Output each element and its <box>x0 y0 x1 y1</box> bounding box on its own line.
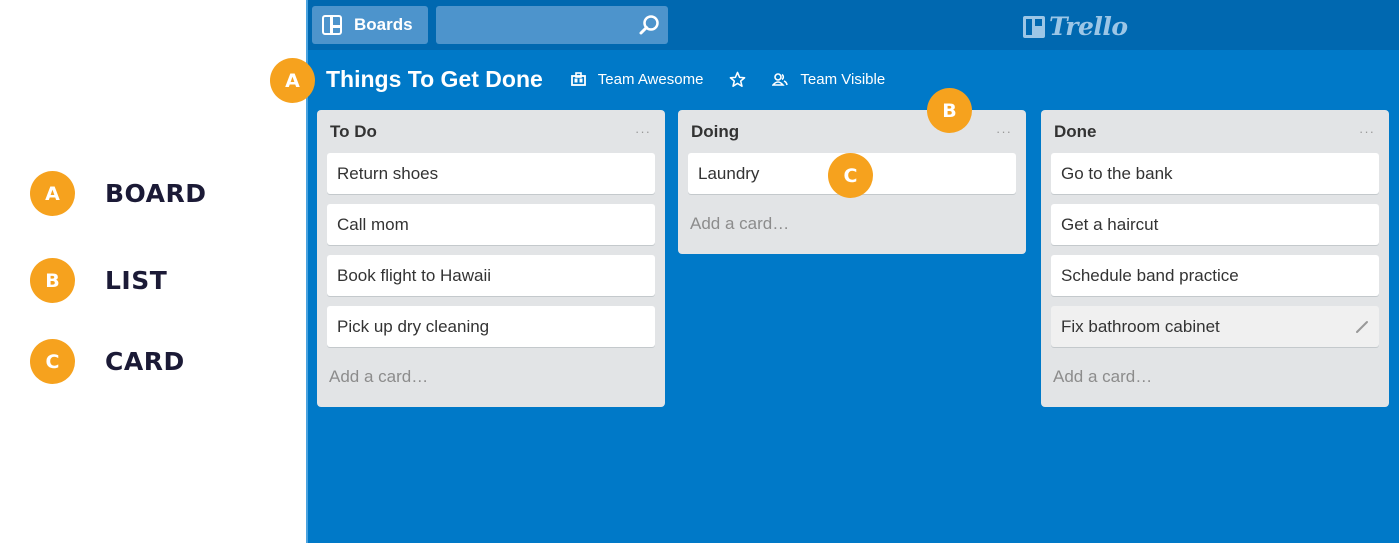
card[interactable]: Call mom <box>327 204 655 245</box>
trello-logo[interactable]: Trello <box>1023 12 1128 41</box>
team-icon <box>570 72 586 86</box>
search-input[interactable] <box>436 6 668 44</box>
list-menu-icon[interactable]: ··· <box>1359 124 1375 139</box>
list-menu-icon[interactable]: ··· <box>996 124 1012 139</box>
trello-logo-icon <box>1023 15 1045 38</box>
legend-panel: A BOARD B LIST C CARD <box>0 0 306 543</box>
card-title: Get a haircut <box>1061 214 1159 234</box>
board-header: Things To Get Done Team Awesome Team Vis… <box>308 56 1399 102</box>
team-label: Team Awesome <box>597 70 704 88</box>
card-title: Go to the bank <box>1061 163 1173 183</box>
card[interactable]: Fix bathroom cabinet <box>1051 306 1379 347</box>
list-to-do: To Do ··· Return shoes Call mom Book fli… <box>317 110 665 407</box>
card-title: Return shoes <box>337 163 439 183</box>
callout-card: C <box>828 153 873 198</box>
add-card-button[interactable]: Add a card… <box>1051 357 1379 397</box>
callout-board: A <box>270 58 315 103</box>
card[interactable]: Get a haircut <box>1051 204 1379 245</box>
add-card-button[interactable]: Add a card… <box>688 204 1016 244</box>
card[interactable]: Pick up dry cleaning <box>327 306 655 347</box>
legend-label: CARD <box>105 347 185 376</box>
card-title: Book flight to Hawaii <box>337 265 492 285</box>
card-title: Call mom <box>337 214 409 234</box>
card[interactable]: Book flight to Hawaii <box>327 255 655 296</box>
trello-wordmark: Trello <box>1049 12 1128 41</box>
list-title[interactable]: To Do <box>330 122 377 142</box>
team-visible-icon <box>772 72 789 86</box>
badge-a: A <box>30 171 75 216</box>
list-title[interactable]: Done <box>1054 122 1097 142</box>
card-title: Laundry <box>698 163 760 183</box>
card-title: Schedule band practice <box>1061 265 1239 285</box>
team-button[interactable]: Team Awesome <box>570 70 704 88</box>
star-icon[interactable] <box>729 71 746 88</box>
badge-b: B <box>30 258 75 303</box>
boards-icon <box>322 15 342 35</box>
edit-pencil-icon[interactable] <box>1355 320 1369 334</box>
list-done: Done ··· Go to the bank Get a haircut Sc… <box>1041 110 1389 407</box>
legend-label: LIST <box>105 266 168 295</box>
boards-button[interactable]: Boards <box>312 6 428 44</box>
legend-item-card: C CARD <box>30 339 185 384</box>
card-title: Fix bathroom cabinet <box>1061 316 1220 336</box>
legend-item-board: A BOARD <box>30 171 207 216</box>
card-title: Pick up dry cleaning <box>337 316 490 336</box>
callout-list: B <box>927 88 972 133</box>
add-card-button[interactable]: Add a card… <box>327 357 655 397</box>
list-menu-icon[interactable]: ··· <box>635 124 651 139</box>
card[interactable]: Schedule band practice <box>1051 255 1379 296</box>
top-bar: Boards Trello <box>308 0 1399 50</box>
list-title[interactable]: Doing <box>691 122 739 142</box>
card[interactable]: Go to the bank <box>1051 153 1379 194</box>
search-icon[interactable] <box>638 14 660 36</box>
card[interactable]: Return shoes <box>327 153 655 194</box>
trello-board: Boards Trello Things To Get Done Team Aw… <box>306 0 1399 543</box>
board-title[interactable]: Things To Get Done <box>326 66 543 93</box>
legend-item-list: B LIST <box>30 258 167 303</box>
visibility-button[interactable]: Team Visible <box>772 71 885 88</box>
badge-c: C <box>30 339 75 384</box>
boards-label: Boards <box>354 15 413 34</box>
visibility-label: Team Visible <box>800 70 886 88</box>
legend-label: BOARD <box>105 179 207 208</box>
